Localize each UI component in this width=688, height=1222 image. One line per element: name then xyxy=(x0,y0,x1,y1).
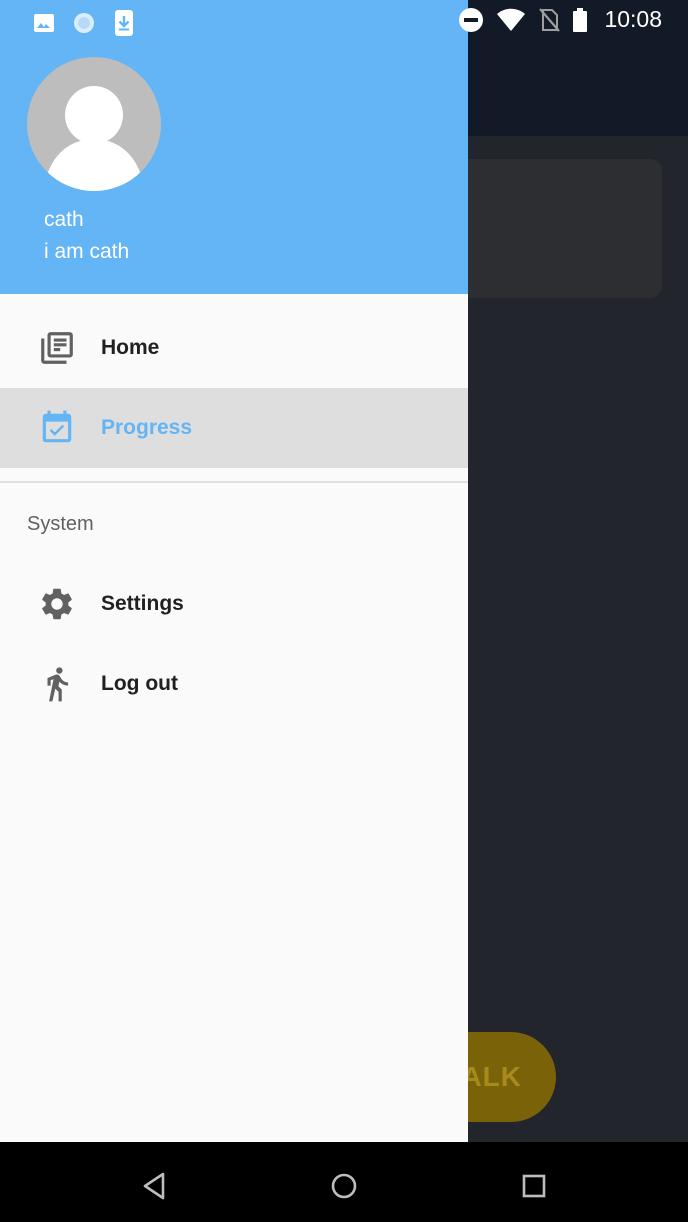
do-not-disturb-icon xyxy=(459,7,484,32)
calendar-check-icon xyxy=(42,410,72,443)
image-icon xyxy=(34,14,54,32)
drawer-item-label: Home xyxy=(101,336,160,359)
drawer-item-logout[interactable]: Log out xyxy=(0,644,468,724)
drawer-item-home[interactable]: Home xyxy=(0,308,468,388)
avatar[interactable] xyxy=(27,57,161,191)
status-bar: 10:08 xyxy=(0,0,688,42)
wifi-icon xyxy=(497,8,526,31)
library-books-icon xyxy=(41,332,73,364)
sync-circle-icon xyxy=(74,13,94,33)
clock: 10:08 xyxy=(604,6,662,32)
no-sim-icon xyxy=(539,7,561,32)
drawer-item-settings[interactable]: Settings xyxy=(0,564,468,644)
talk-fab-label: ALK xyxy=(461,1061,522,1092)
section-header-system: System xyxy=(27,513,94,535)
user-subtitle: i am cath xyxy=(44,240,130,263)
divider xyxy=(0,481,468,483)
navigation-drawer: cath i am cath Home Progress System Sett… xyxy=(0,0,468,1142)
download-icon xyxy=(115,10,133,36)
user-name: cath xyxy=(44,208,84,231)
drawer-item-progress[interactable]: Progress xyxy=(0,388,468,468)
drawer-item-label: Settings xyxy=(101,592,184,615)
drawer-header: cath i am cath xyxy=(0,0,468,294)
drawer-item-label: Progress xyxy=(101,416,193,439)
person-icon xyxy=(44,86,144,191)
back-icon[interactable] xyxy=(134,1166,174,1206)
walk-icon xyxy=(47,667,69,702)
battery-icon xyxy=(573,7,588,32)
home-icon[interactable] xyxy=(324,1166,364,1206)
drawer-item-label: Log out xyxy=(101,672,178,695)
system-navigation-bar xyxy=(0,1142,688,1222)
recents-icon[interactable] xyxy=(514,1166,554,1206)
gear-icon xyxy=(42,588,72,620)
